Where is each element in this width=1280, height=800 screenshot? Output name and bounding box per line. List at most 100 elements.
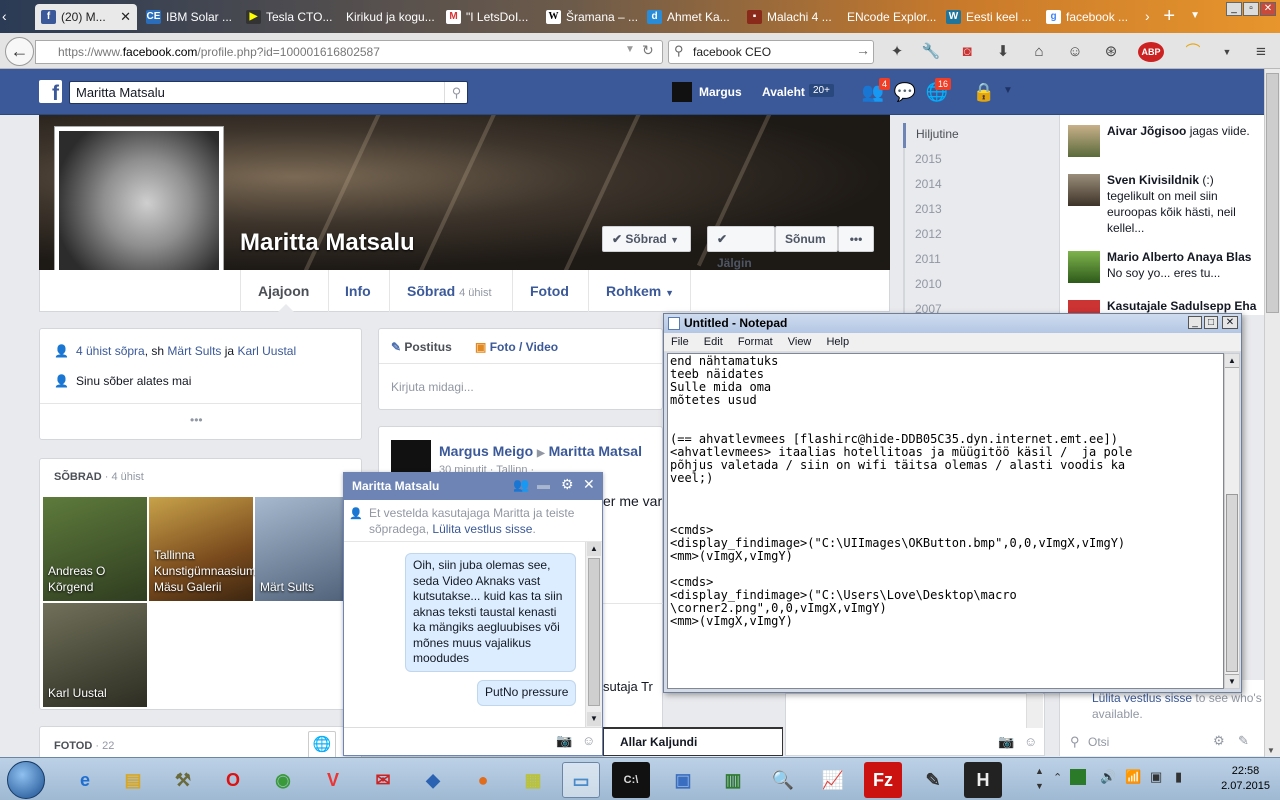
tab-facebook[interactable]: f (20) M... ✕ [35, 4, 137, 30]
photos-header[interactable]: FOTOD · 22 [54, 740, 114, 752]
tab-gmail[interactable]: M "I LetsDoI... [440, 4, 540, 30]
video-call-icon[interactable]: ▬ [537, 477, 550, 492]
thunderbird-icon[interactable]: ◆ [414, 762, 452, 798]
chat-scrollbar[interactable]: ▲ ▼ [585, 542, 602, 727]
network-icon[interactable]: ⊛ [1100, 42, 1122, 62]
facebook-search-input[interactable]: Maritta Matsalu [69, 81, 468, 104]
control-panel-icon[interactable]: ▣ [664, 762, 702, 798]
download-icon[interactable]: ⬇ [992, 42, 1014, 62]
notepad-text-area[interactable]: end nähtamatuks teeb näidates Sulle mida… [667, 353, 1224, 689]
year-2013[interactable]: 2013 [903, 198, 1053, 223]
avatar[interactable] [672, 82, 692, 102]
tab-eesti-keel[interactable]: W Eesti keel ... [940, 4, 1040, 30]
show-hidden-icons[interactable]: ⌃ [1053, 771, 1062, 784]
composer-input[interactable]: Kirjuta midagi... [391, 380, 474, 394]
notepad-scrollbar[interactable]: ▲ ▼ [1224, 353, 1240, 689]
turn-on-chat-link[interactable]: Lülita vestlus sisse [1092, 691, 1192, 705]
mutual-friends-link[interactable]: 4 ühist sõpra [76, 344, 145, 358]
see-more-button[interactable]: ••• [190, 413, 203, 427]
tab-timeline[interactable]: Ajajoon [258, 283, 309, 299]
facebook-logo-icon[interactable]: f [39, 80, 62, 105]
minimize-button[interactable]: _ [1188, 316, 1202, 329]
volume-icon[interactable]: 🔊 [1100, 769, 1116, 785]
scroll-down-icon[interactable]: ▼ [1225, 674, 1239, 688]
maximize-button[interactable]: □ [1204, 316, 1218, 329]
maximize-button[interactable]: ▫ [1243, 2, 1259, 16]
friend-tile[interactable]: Märt Sults [255, 497, 343, 601]
emoji-icon[interactable]: ☺ [1024, 734, 1037, 749]
explorer-folder-icon[interactable]: ▤ [114, 762, 152, 798]
friend-link-mart-sults[interactable]: Märt Sults [167, 344, 221, 358]
vivaldi-icon[interactable]: V [314, 762, 352, 798]
ticker-item[interactable]: Sven Kivisildnik (:) tegelikult on meil … [1068, 172, 1263, 236]
year-2010[interactable]: 2010 [903, 273, 1053, 298]
scrollbar-thumb[interactable] [1266, 73, 1279, 313]
close-window-button[interactable]: ✕ [1260, 2, 1276, 16]
tab-more[interactable]: Rohkem ▼ [606, 283, 674, 299]
post-target-link[interactable]: Maritta Matsal [549, 443, 642, 459]
scroll-up-icon[interactable]: ▲ [587, 542, 601, 556]
year-recent[interactable]: Hiljutine [903, 123, 1053, 148]
new-tab-button[interactable]: + [1163, 6, 1175, 26]
ticker-item[interactable]: Mario Alberto Anaya Blas No soy yo... er… [1068, 249, 1263, 283]
tab-friends[interactable]: Sõbrad 4 ühist [407, 283, 492, 299]
ie-icon[interactable]: e [66, 762, 104, 798]
year-2012[interactable]: 2012 [903, 223, 1053, 248]
notepad-task-icon[interactable]: ▭ [562, 762, 600, 798]
emoji-icon[interactable]: ☺ [582, 733, 595, 748]
year-2011[interactable]: 2011 [903, 248, 1053, 273]
scrollbar-thumb[interactable] [588, 558, 600, 706]
tab-wikipedia[interactable]: W Šramana – ... [540, 4, 640, 30]
tab-scroll-left-icon[interactable]: ‹ [2, 8, 7, 24]
scroll-down-icon[interactable]: ▼ [1267, 746, 1275, 755]
close-icon[interactable]: ✕ [583, 476, 595, 493]
rainbow-icon[interactable]: ⌒ [1182, 42, 1204, 62]
message-button[interactable]: Sõnum [775, 226, 838, 252]
taskbar-scroll[interactable]: ▲ ▼ [1035, 764, 1044, 794]
menu-edit[interactable]: Edit [704, 336, 723, 348]
url-dropdown-icon[interactable]: ▼ [625, 44, 635, 55]
friend-tile[interactable]: Andreas O Kõrgend [43, 497, 147, 601]
menu-file[interactable]: File [671, 336, 689, 348]
page-scrollbar[interactable]: ▼ [1264, 69, 1280, 757]
follow-button[interactable]: ✔ Jälgin [707, 226, 775, 270]
camera-icon[interactable]: 📷 [556, 733, 572, 749]
home-link[interactable]: Avaleht [762, 85, 805, 99]
menu-view[interactable]: View [788, 336, 812, 348]
start-button[interactable] [7, 761, 45, 799]
cmd-icon[interactable]: C:\ [612, 762, 650, 798]
scroll-down-icon[interactable]: ▼ [587, 712, 601, 726]
notepad-title-bar[interactable]: Untitled - Notepad [664, 314, 1241, 333]
tab-photos[interactable]: Fotod [530, 283, 569, 299]
add-friends-icon[interactable]: 👥 [513, 477, 529, 493]
tray-app-icon[interactable] [1070, 769, 1086, 785]
notes-icon[interactable]: ▦ [514, 762, 552, 798]
globe-icon[interactable]: 🌐 [308, 731, 336, 759]
minimize-button[interactable]: _ [1226, 2, 1242, 16]
tab-google[interactable]: g facebook ... [1040, 4, 1140, 30]
ticker-item[interactable]: Aivar Jõgisoo jagas viide. [1068, 123, 1263, 157]
gear-icon[interactable]: ⚙ [561, 476, 574, 493]
search-icon[interactable]: ⚲ [444, 82, 468, 103]
opera-icon[interactable]: O [214, 762, 252, 798]
turn-on-chat-link[interactable]: Lülita vestlus sisse [432, 522, 532, 536]
profile-name[interactable]: Maritta Matsalu [240, 229, 415, 257]
search-go-icon[interactable]: → [856, 42, 870, 58]
ticker-item[interactable]: Kasutajale Sadulsepp Eha [1068, 298, 1263, 315]
chat-search-input[interactable]: Otsi [1088, 735, 1109, 749]
close-tab-icon[interactable]: ✕ [120, 4, 131, 30]
back-button[interactable]: ← [5, 37, 34, 66]
utility-icon[interactable]: ⚒ [164, 762, 202, 798]
hamburger-menu-icon[interactable]: ≡ [1250, 42, 1272, 62]
taskbar-clock[interactable]: 22:58 2.07.2015 [1221, 764, 1270, 794]
chart-icon[interactable]: 📈 [814, 762, 852, 798]
reload-icon[interactable]: ↻ [642, 42, 654, 59]
menu-dropdown-icon[interactable]: ▼ [1216, 42, 1238, 62]
messages-icon[interactable]: 💬 [893, 82, 917, 102]
tab-ahmet[interactable]: d Ahmet Ka... [641, 4, 741, 30]
scroll-up-icon[interactable]: ▲ [1225, 354, 1239, 368]
monitor-icon[interactable]: ▥ [714, 762, 752, 798]
composer-photo-tab[interactable]: ▣ Foto / Video [475, 340, 558, 354]
adblock-icon[interactable]: ABP [1138, 42, 1164, 62]
network-status-icon[interactable]: 📶 [1125, 769, 1141, 785]
